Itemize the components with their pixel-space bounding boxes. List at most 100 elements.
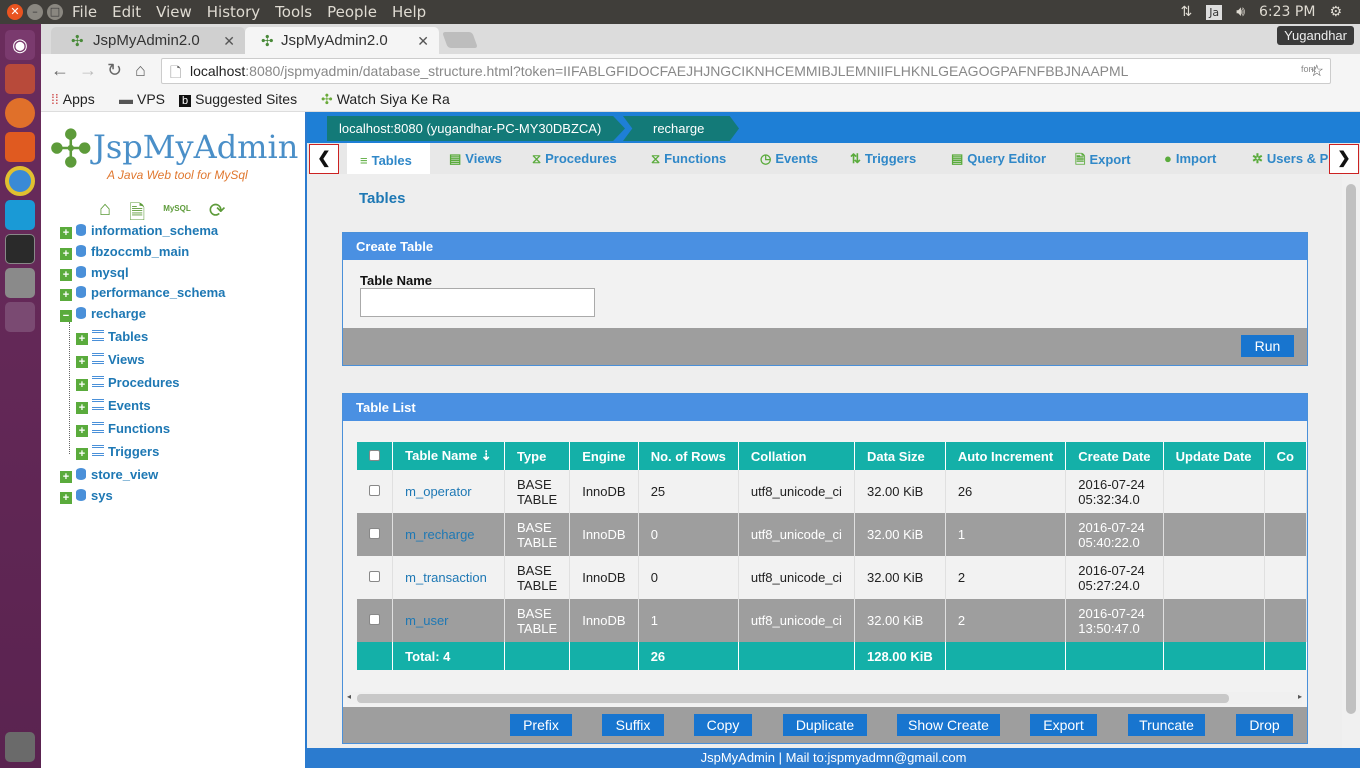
expand-icon[interactable]: + [60,248,72,260]
tree-db-store-view[interactable]: + store_view [60,467,158,483]
scroll-left-icon[interactable]: ◂ [347,692,351,701]
export-button[interactable]: Export [1030,714,1097,736]
browser-tab-2-active[interactable]: ✣ JspMyAdmin2.0 ✕ [245,27,439,54]
close-window-icon[interactable]: ✕ [7,4,23,20]
row-checkbox[interactable] [369,528,380,539]
minimize-window-icon[interactable]: – [27,4,43,20]
col-auto-increment[interactable]: Auto Increment [945,442,1067,470]
tree-db-fbzoccmb-main[interactable]: + fbzoccmb_main [60,244,189,260]
bookmark-watch-siya[interactable]: ✣ Watch Siya Ke Ra [321,91,450,108]
duplicate-button[interactable]: Duplicate [783,714,867,736]
scrollbar-thumb[interactable] [1346,184,1356,714]
forward-arrow-icon[interactable]: → [79,60,97,81]
bookmark-vps[interactable]: ▬ VPS [119,91,165,107]
menu-history[interactable]: History [207,3,260,21]
tab-users[interactable]: ✲ Users & P [1252,143,1328,174]
menu-edit[interactable]: Edit [112,3,141,21]
profile-button[interactable]: Yugandhar [1277,26,1354,45]
expand-icon[interactable]: + [76,379,88,391]
expand-icon[interactable]: + [76,356,88,368]
files-icon[interactable] [5,64,35,94]
bookmark-apps[interactable]: ⁞⁞ Apps [51,91,95,107]
firefox-icon[interactable] [5,98,35,128]
tree-recharge-views[interactable]: + Views [76,352,145,368]
tree-recharge-triggers[interactable]: + Triggers [76,444,159,460]
volume-icon[interactable]: 🔊︎ [1236,4,1245,20]
col-update-date[interactable]: Update Date [1163,442,1265,470]
tree-recharge-functions[interactable]: + Functions [76,421,170,437]
skype-icon[interactable] [5,200,35,230]
menu-file[interactable]: File [72,3,97,21]
table-link[interactable]: m_transaction [405,570,487,585]
tab-query-editor[interactable]: ▤ Query Editor [951,143,1046,174]
close-tab-icon[interactable]: ✕ [417,33,429,50]
table-name-input[interactable] [360,288,595,317]
close-tab-icon[interactable]: ✕ [223,33,235,50]
table-horizontal-scrollbar[interactable]: ◂ ▸ [347,692,1302,704]
tabs-scroll-left-button[interactable]: ❮ [309,144,339,174]
software-center-icon[interactable] [5,132,35,162]
tabs-scroll-right-button[interactable]: ❯ [1329,144,1359,174]
ubuntu-dash-icon[interactable]: ◉ [5,30,35,60]
tab-import[interactable]: ● Import [1164,143,1216,174]
back-arrow-icon[interactable]: ← [51,60,69,81]
settings-gear-icon[interactable]: ⚙ [1329,4,1342,20]
col-collation[interactable]: Collation [738,442,855,470]
drop-button[interactable]: Drop [1236,714,1293,736]
menu-tools[interactable]: Tools [275,3,312,21]
tab-tables[interactable]: ≡ Tables [347,143,430,174]
tab-triggers[interactable]: ⇅ Triggers [850,143,916,174]
expand-icon[interactable]: + [60,227,72,239]
col-data-size[interactable]: Data Size [854,442,946,470]
tab-functions[interactable]: ⧖ Functions [651,143,726,174]
tree-db-recharge[interactable]: − recharge [60,306,146,322]
breadcrumb-database[interactable]: recharge [623,116,739,141]
expand-icon[interactable]: + [60,471,72,483]
tab-views[interactable]: ▤ Views [449,143,502,174]
tree-db-mysql[interactable]: + mysql [60,265,129,281]
clock[interactable]: 6:23 PM [1259,4,1315,20]
col-engine[interactable]: Engine [569,442,639,470]
content-vertical-scrollbar[interactable] [1342,174,1360,748]
prefix-button[interactable]: Prefix [510,714,572,736]
run-button[interactable]: Run [1241,335,1294,357]
row-checkbox[interactable] [369,571,380,582]
suffix-button[interactable]: Suffix [602,714,664,736]
trash-icon[interactable] [5,732,35,762]
col-type[interactable]: Type [504,442,571,470]
row-checkbox[interactable] [369,485,380,496]
menu-people[interactable]: People [327,3,377,21]
reload-icon[interactable]: ↻ [107,60,122,81]
network-icon[interactable]: ⇅ [1180,4,1192,20]
tree-db-sys[interactable]: + sys [60,488,113,504]
maximize-window-icon[interactable]: □ [47,4,63,20]
new-tab-button[interactable] [442,32,478,48]
help-icon[interactable] [5,268,35,298]
scrollbar-thumb[interactable] [357,694,1229,703]
expand-icon[interactable]: + [76,402,88,414]
expand-icon[interactable]: + [60,492,72,504]
expand-icon[interactable]: + [60,269,72,281]
tree-db-performance-schema[interactable]: + performance_schema [60,285,225,301]
table-link[interactable]: m_operator [405,484,471,499]
tree-recharge-procedures[interactable]: + Procedures [76,375,180,391]
chrome-icon[interactable] [5,166,35,196]
sort-icon[interactable]: ⇣ [481,448,492,463]
menu-view[interactable]: View [156,3,192,21]
menu-help[interactable]: Help [392,3,426,21]
copy-button[interactable]: Copy [694,714,752,736]
expand-icon[interactable]: + [60,289,72,301]
keyboard-indicator[interactable]: Ja [1206,4,1223,20]
font-extension-icon[interactable]: font [1301,64,1316,74]
tree-recharge-events[interactable]: + Events [76,398,151,414]
col-table-name[interactable]: Table Name ⇣ [392,442,505,470]
table-link[interactable]: m_user [405,613,448,628]
page-info-icon[interactable]: 🗋︎ [170,62,181,83]
home-icon[interactable]: ⌂ [135,60,146,81]
address-bar[interactable]: 🗋︎ localhost:8080/jspmyadmin/database_st… [161,58,1331,84]
show-create-button[interactable]: Show Create [897,714,1000,736]
tab-events[interactable]: ◷ Events [760,143,818,174]
row-checkbox[interactable] [369,614,380,625]
expand-icon[interactable]: + [76,448,88,460]
bookmark-suggested-sites[interactable]: b Suggested Sites [179,91,297,107]
